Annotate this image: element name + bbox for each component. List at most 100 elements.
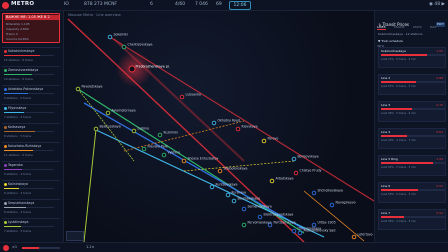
station-marker[interactable]: [311, 222, 317, 228]
line-list-item[interactable]: Kalininskaya 6 stations · 3 trains: [2, 180, 60, 197]
station-marker[interactable]: [107, 34, 113, 40]
station-marker[interactable]: [161, 152, 167, 158]
line-detail-fill: [381, 108, 412, 110]
station-marker[interactable]: [179, 94, 185, 100]
top-right-controls[interactable]: ◉ 48 ▶: [429, 2, 445, 7]
line-list-item[interactable]: Kaluzhsko-Rizhskaya 11 stations · 6 train…: [2, 142, 60, 159]
station-marker[interactable]: [235, 126, 241, 132]
line-list-item[interactable]: Serpukhovskaya 8 stations · 4 trains: [2, 199, 60, 216]
line-detail-value: 1.20: [436, 157, 443, 161]
time-slider[interactable]: [22, 247, 60, 249]
station-label: Belarusskaya: [100, 125, 121, 129]
line-list-item[interactable]: Arbatsko-Pokrovskaya 9 stations · 5 train…: [2, 85, 60, 102]
line-load-fill: [4, 169, 22, 170]
station-marker[interactable]: [181, 158, 187, 164]
line-detail-name: Line 2: [381, 76, 391, 80]
line-name: Serpukhovskaya: [8, 201, 35, 205]
line-detail-card[interactable]: Sokolnicheskaya 1.05 Load 72% · 8 trains ·…: [378, 47, 446, 68]
station-label: Borisovskaya: [298, 155, 319, 159]
metro-line-lime[interactable]: [83, 128, 97, 242]
stat-5: 69: [216, 2, 222, 7]
line-detail-meta: Load 82% · 5 trains · 5 min: [381, 166, 416, 169]
bottom-bar: ×1 1.2×: [0, 242, 448, 252]
metro-line-orange-2[interactable]: [303, 190, 365, 242]
line-meta: 9 stations · 4 trains: [4, 172, 32, 176]
station-marker[interactable]: [141, 146, 147, 152]
station-marker[interactable]: [297, 230, 303, 236]
station-marker[interactable]: [261, 138, 267, 144]
line-detail-name: Line 4: [381, 130, 391, 134]
station-marker[interactable]: [293, 170, 299, 176]
station-marker[interactable]: [241, 222, 247, 228]
station-marker[interactable]: [225, 192, 231, 198]
line-load-bar: [4, 93, 54, 94]
station-marker[interactable]: [257, 214, 263, 220]
line-detail-fill: [381, 162, 434, 164]
minimap[interactable]: [66, 231, 84, 241]
line-detail-value: 0.64: [436, 130, 443, 134]
station-marker[interactable]: [93, 126, 99, 132]
station-marker[interactable]: [231, 198, 237, 204]
metro-line-blue[interactable]: [83, 102, 305, 230]
line-detail-card[interactable]: Line 5 Ring 1.20 Load 82% · 5 trains · 5 m…: [378, 155, 446, 176]
station-label: Chistye Prudy: [300, 169, 322, 173]
tab-stats[interactable]: STATS: [413, 25, 422, 29]
line-detail-card[interactable]: Line 4 0.64 Load 40% · 4 trains · 7 min: [378, 128, 446, 149]
line-meta: 10 stations · 6 trains: [4, 77, 33, 81]
line-detail-meta: Load 55% · 6 trains · 5 min: [381, 85, 416, 88]
line-load-fill: [4, 74, 32, 75]
alert-card[interactable]: ВАЖНЕ МЕ: 1.05 ЖЕ В 2 Ridership 1,105 Ca…: [2, 13, 60, 43]
zoom-label[interactable]: 1.2×: [86, 245, 95, 249]
map-canvas[interactable]: Moscow Metro · Line overview Sokolniki Ch…: [64, 11, 374, 242]
line-list-item[interactable]: Zamoskvoretskaya 10 stations · 6 trains: [2, 66, 60, 83]
line-list-item[interactable]: Koltsevaya 8 stations · 5 trains: [2, 123, 60, 140]
edit-button[interactable]: EDIT: [436, 22, 445, 27]
station-label: Kurskaya: [232, 191, 247, 195]
play-button-icon[interactable]: [3, 245, 9, 251]
line-list-item[interactable]: Lyublinskaya 7 stations · 3 trains: [2, 218, 60, 235]
line-list-item[interactable]: Tagansko 9 stations · 4 trains: [2, 161, 60, 178]
line-name: Tagansko: [8, 163, 23, 167]
line-detail-card[interactable]: Line 3 0.70 Load 48% · 5 trains · 6 min: [378, 101, 446, 122]
metro-line-red-2[interactable]: [109, 36, 374, 202]
line-load-fill: [4, 93, 28, 94]
station-marker[interactable]: [311, 190, 317, 196]
station-marker[interactable]: [291, 156, 297, 162]
line-detail-value: 1.05: [436, 49, 443, 53]
line-detail-meta: Load 72% · 8 trains · 4 min: [381, 58, 416, 61]
station-marker[interactable]: [217, 168, 223, 174]
station-label: Cherkizovskaya: [128, 43, 153, 47]
metro-map[interactable]: Moscow Metro · Line overview Sokolniki Ch…: [64, 11, 374, 242]
top-bar: METRO Ю 878 273 MCNF 6 4/60 7 046 69 12:…: [0, 0, 448, 11]
line-detail-card[interactable]: Line 2 0.88 Load 55% · 6 trains · 5 min: [378, 74, 446, 95]
speed-label[interactable]: ×1: [12, 245, 17, 249]
station-marker[interactable]: [75, 86, 81, 92]
schedule-toggle[interactable]: ▼ Train schedule: [378, 39, 403, 43]
line-detail-bar: [381, 54, 445, 56]
station-label: Vykhino: [168, 151, 181, 155]
line-list-item[interactable]: Filyovskaya 7 stations · 4 trains: [2, 104, 60, 121]
game-clock[interactable]: 12:06: [229, 1, 251, 10]
station-marker[interactable]: [128, 65, 136, 73]
line-detail-name: Line 3: [381, 103, 391, 107]
station-marker[interactable]: [121, 44, 127, 50]
line-detail-card[interactable]: Line 7 0.52 Load 36% · 4 trains · 8 min: [378, 209, 446, 230]
station-marker[interactable]: [269, 178, 275, 184]
station-marker[interactable]: [105, 110, 111, 116]
station-marker[interactable]: [209, 184, 215, 190]
station-label: Sokolniki: [114, 33, 128, 37]
station-marker[interactable]: [211, 120, 217, 126]
station-marker[interactable]: [241, 206, 247, 212]
station-label: Lublino: [138, 127, 150, 131]
line-detail-fill: [381, 135, 407, 137]
station-marker[interactable]: [329, 202, 335, 208]
station-marker[interactable]: [157, 132, 163, 138]
line-detail-card[interactable]: Line 6 0.91 Load 58% · 6 trains · 5 min: [378, 182, 446, 203]
line-load-bar: [4, 207, 54, 208]
station-label: Okhotny Ryad: [218, 119, 240, 123]
station-marker[interactable]: [291, 228, 297, 234]
station-marker[interactable]: [131, 128, 137, 134]
line-load-fill: [4, 207, 26, 208]
station-marker[interactable]: [351, 234, 357, 240]
line-list-item[interactable]: Sokolnicheskaya 12 stations · 8 trains: [2, 47, 60, 64]
